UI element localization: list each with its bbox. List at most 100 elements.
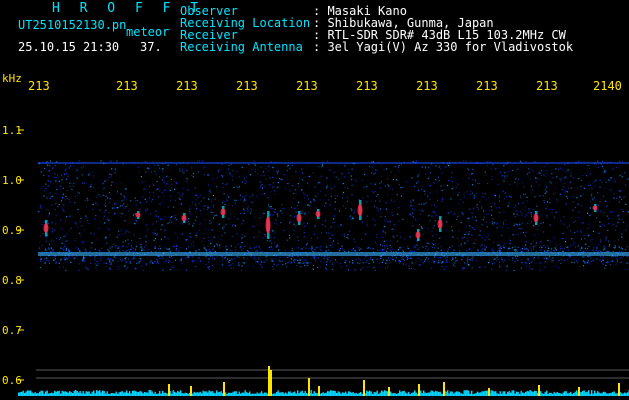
- noise-dot: [330, 226, 332, 228]
- noise-bar: [102, 390, 104, 396]
- noise-dot: [247, 265, 249, 267]
- noise-dot: [556, 198, 558, 200]
- noise-dot: [569, 245, 572, 247]
- noise-dot: [179, 260, 181, 262]
- noise-bar: [592, 393, 594, 396]
- noise-bar: [375, 392, 377, 396]
- noise-dot: [452, 257, 454, 259]
- noise-dot: [523, 186, 525, 188]
- noise-dot: [60, 237, 62, 239]
- noise-dot: [462, 201, 464, 203]
- noise-dot: [451, 180, 454, 183]
- noise-dot: [390, 249, 392, 251]
- noise-dot: [344, 183, 346, 185]
- noise-dot: [355, 180, 357, 182]
- noise-dot: [369, 258, 371, 260]
- noise-bar: [348, 391, 350, 396]
- noise-dot: [121, 260, 123, 263]
- noise-dot: [563, 186, 565, 188]
- noise-dot: [605, 200, 607, 202]
- noise-dot: [244, 179, 246, 181]
- noise-dot: [454, 265, 456, 267]
- noise-dot: [562, 169, 564, 171]
- noise-dot: [328, 256, 330, 258]
- noise-dot: [553, 193, 555, 195]
- noise-dot: [437, 247, 439, 249]
- noise-dot: [44, 190, 46, 192]
- noise-dot: [299, 259, 301, 261]
- noise-dot: [618, 250, 620, 252]
- noise-bar: [510, 392, 512, 396]
- noise-dot: [60, 185, 62, 187]
- noise-dot: [425, 167, 427, 169]
- noise-dot: [460, 245, 463, 247]
- noise-dot: [130, 248, 132, 250]
- noise-bar: [400, 391, 402, 396]
- noise-dot: [231, 205, 234, 207]
- noise-dot: [336, 261, 338, 263]
- noise-dot: [320, 175, 322, 177]
- noise-dot: [517, 259, 519, 261]
- noise-dot: [141, 247, 143, 249]
- noise-dot: [212, 195, 214, 197]
- noise-dot: [89, 250, 91, 252]
- noise-bar: [502, 391, 504, 396]
- noise-dot: [298, 262, 300, 264]
- noise-dot: [254, 247, 256, 249]
- noise-dot: [588, 223, 590, 225]
- noise-dot: [229, 259, 231, 261]
- noise-dot: [495, 260, 497, 262]
- noise-dot: [117, 246, 120, 248]
- noise-dot: [434, 220, 436, 222]
- noise-dot: [349, 261, 351, 263]
- noise-dot: [229, 213, 231, 215]
- noise-dot: [225, 198, 227, 200]
- noise-bar: [523, 393, 525, 396]
- noise-dot: [604, 169, 606, 171]
- noise-dot: [470, 193, 472, 195]
- noise-dot: [208, 239, 210, 241]
- noise-dot: [319, 266, 321, 268]
- noise-dot: [62, 209, 64, 211]
- noise-dot: [497, 258, 499, 260]
- noise-bar: [441, 393, 443, 396]
- time-label: 213: [176, 79, 198, 93]
- noise-dot: [539, 269, 542, 271]
- noise-dot: [488, 259, 491, 261]
- noise-dot: [565, 176, 567, 178]
- noise-dot: [432, 243, 434, 245]
- noise-dot: [144, 249, 146, 251]
- noise-dot: [505, 196, 507, 198]
- noise-dot: [330, 195, 333, 198]
- noise-dot: [70, 261, 72, 263]
- noise-bar: [85, 391, 87, 396]
- noise-dot: [531, 211, 533, 213]
- noise-dot: [580, 185, 582, 187]
- noise-bar: [600, 393, 602, 396]
- noise-bar: [351, 392, 353, 396]
- noise-dot: [310, 248, 312, 250]
- noise-dot: [145, 244, 147, 246]
- noise-dot: [84, 182, 86, 184]
- noise-bar: [325, 392, 327, 396]
- noise-bar: [186, 393, 188, 396]
- noise-dot: [344, 165, 346, 167]
- noise-dot: [491, 179, 493, 181]
- noise-dot: [168, 238, 170, 240]
- noise-bar: [120, 391, 122, 396]
- noise-dot: [604, 245, 606, 247]
- noise-dot: [208, 249, 210, 251]
- noise-dot: [50, 181, 52, 183]
- noise-dot: [549, 241, 551, 243]
- noise-dot: [371, 259, 374, 261]
- noise-bar: [265, 392, 267, 396]
- noise-dot: [45, 257, 47, 259]
- noise-dot: [419, 213, 421, 215]
- noise-dot: [57, 174, 59, 176]
- noise-dot: [438, 257, 440, 259]
- noise-dot: [114, 169, 117, 171]
- noise-dot: [491, 261, 493, 263]
- noise-dot: [441, 200, 443, 203]
- noise-dot: [235, 249, 237, 251]
- noise-dot: [555, 249, 557, 251]
